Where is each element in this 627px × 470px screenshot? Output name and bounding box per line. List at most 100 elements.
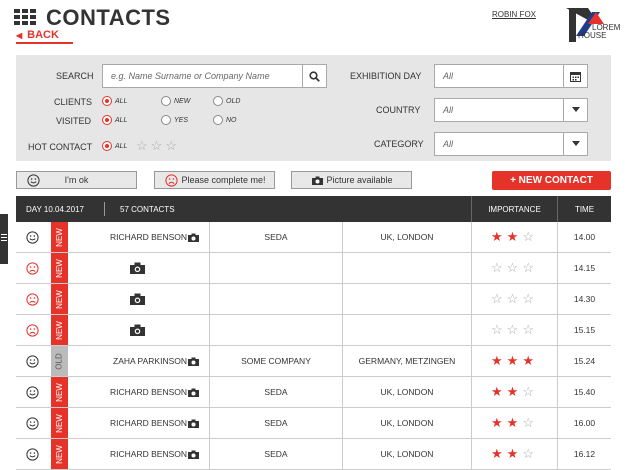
importance-stars[interactable]: ☆ ☆ ☆: [472, 315, 557, 345]
star-icon[interactable]: ☆: [491, 291, 507, 307]
star-icon[interactable]: ☆: [522, 322, 538, 338]
star-icon[interactable]: ☆: [522, 446, 538, 462]
add-picture-camera-icon[interactable]: [130, 284, 145, 314]
star-icon[interactable]: ★: [507, 229, 523, 245]
contact-name: ZAHA PARKINSON: [113, 356, 187, 366]
importance-header[interactable]: IMPORTANCE: [472, 196, 557, 222]
star-icon[interactable]: ★: [491, 353, 507, 369]
legend-complete-label: Please complete me!: [181, 175, 266, 185]
table-row[interactable]: NEW RICHARD BENSON SEDA UK, LONDON ★ ★ ☆ 1…: [16, 408, 611, 439]
star-icon[interactable]: ★: [507, 384, 523, 400]
company-name: SEDA: [264, 418, 288, 428]
time-header[interactable]: TIME: [558, 196, 611, 222]
importance-stars[interactable]: ★ ★ ★: [472, 346, 557, 376]
chevron-down-icon: [571, 107, 580, 112]
grid-menu-icon[interactable]: [14, 9, 38, 27]
star-icon[interactable]: ☆: [507, 260, 523, 276]
search-button[interactable]: [302, 65, 326, 87]
importance-stars[interactable]: ☆ ☆ ☆: [472, 253, 557, 283]
camera-icon: [188, 439, 199, 469]
smiley-icon: [27, 174, 40, 187]
contact-location: UK, LONDON: [380, 232, 434, 242]
category-value: All: [443, 139, 454, 149]
star-icon[interactable]: ★: [507, 353, 523, 369]
visited-label: VISITED: [56, 116, 92, 126]
star-icon[interactable]: ★: [507, 446, 523, 462]
back-button[interactable]: ◀ BACK: [16, 29, 73, 44]
clients-all-radio[interactable]: ALL: [102, 96, 127, 106]
star-icon[interactable]: ★: [491, 384, 507, 400]
star-icon[interactable]: ★: [491, 229, 507, 245]
side-drawer-handle[interactable]: [0, 214, 8, 264]
star-icon[interactable]: ☆: [522, 384, 538, 400]
legend-complete-button[interactable]: Please complete me!: [154, 171, 275, 189]
add-picture-camera-icon[interactable]: [130, 253, 145, 283]
table-row[interactable]: NEW ☆ ☆ ☆ 14.15: [16, 253, 611, 284]
visited-no-radio[interactable]: NO: [213, 115, 237, 125]
importance-stars[interactable]: ☆ ☆ ☆: [472, 284, 557, 314]
star-icon[interactable]: ☆: [522, 415, 538, 431]
star-icon[interactable]: ☆: [522, 260, 538, 276]
contact-location: [343, 284, 471, 314]
star-icon[interactable]: ☆: [507, 322, 523, 338]
search-input[interactable]: e.g. Name Surname or Company Name: [102, 64, 327, 88]
category-select[interactable]: All: [434, 132, 588, 156]
clients-new-radio[interactable]: NEW: [161, 96, 190, 106]
contact-location: [343, 315, 471, 345]
table-header: DAY 10.04.2017 57 CONTACTS IMPORTANCE TI…: [16, 196, 611, 222]
star-icon[interactable]: ☆: [522, 291, 538, 307]
camera-icon: [188, 346, 199, 376]
clients-old-radio[interactable]: OLD: [213, 96, 240, 106]
contact-time: 15.24: [573, 356, 596, 366]
logo-line2: HOUSE: [578, 31, 607, 40]
new-contact-button[interactable]: + NEW CONTACT: [492, 171, 611, 190]
company-name: [210, 253, 342, 283]
legend-ok-label: I'm ok: [64, 175, 89, 185]
contact-location: GERMANY, METZINGEN: [358, 356, 456, 366]
importance-stars[interactable]: ★ ★ ☆: [472, 439, 557, 469]
importance-stars[interactable]: ★ ★ ☆: [472, 222, 557, 252]
star-icon[interactable]: ☆: [151, 138, 166, 153]
country-dropdown-button[interactable]: [563, 99, 587, 121]
star-icon[interactable]: ☆: [136, 138, 151, 153]
legend-picture-button[interactable]: Picture available: [291, 171, 412, 189]
visited-all-radio[interactable]: ALL: [102, 115, 127, 125]
table-row[interactable]: NEW RICHARD BENSON SEDA UK, LONDON ★ ★ ☆ 1…: [16, 439, 611, 470]
table-row[interactable]: OLD ZAHA PARKINSON SOME COMPANY GERMANY,…: [16, 346, 611, 377]
contact-time: 14.00: [573, 232, 596, 242]
status-tag: OLD: [51, 346, 68, 376]
table-row[interactable]: NEW RICHARD BENSON SEDA UK, LONDON ★ ★ ☆ 1…: [16, 377, 611, 408]
star-icon[interactable]: ☆: [522, 229, 538, 245]
calendar-icon: [570, 71, 581, 82]
importance-stars[interactable]: ★ ★ ☆: [472, 408, 557, 438]
star-icon[interactable]: ☆: [507, 291, 523, 307]
exhibition-day-input[interactable]: All: [434, 64, 588, 88]
importance-stars[interactable]: ★ ★ ☆: [472, 377, 557, 407]
hot-contact-stars[interactable]: ☆☆☆: [136, 138, 180, 154]
smiley-icon: [26, 377, 39, 407]
country-select[interactable]: All: [434, 98, 588, 122]
contact-name: RICHARD BENSON: [110, 387, 187, 397]
user-name-link[interactable]: ROBIN FOX: [492, 10, 536, 19]
category-dropdown-button[interactable]: [563, 133, 587, 155]
calendar-button[interactable]: [563, 65, 587, 87]
star-icon[interactable]: ★: [491, 446, 507, 462]
star-icon[interactable]: ★: [522, 353, 538, 369]
star-icon[interactable]: ☆: [491, 322, 507, 338]
star-icon[interactable]: ☆: [165, 138, 180, 153]
table-row[interactable]: NEW ☆ ☆ ☆ 15.15: [16, 315, 611, 346]
star-icon[interactable]: ☆: [491, 260, 507, 276]
smiley-icon: [26, 222, 39, 252]
hot-contact-all-radio[interactable]: ALL: [102, 141, 127, 151]
star-icon[interactable]: ★: [491, 415, 507, 431]
company-name: SOME COMPANY: [241, 356, 311, 366]
logo-text: LOREM HOUSE: [578, 24, 620, 40]
table-row[interactable]: NEW RICHARD BENSON SEDA UK, LONDON ★ ★ ☆ 1…: [16, 222, 611, 253]
star-icon[interactable]: ★: [507, 415, 523, 431]
table-row[interactable]: NEW ☆ ☆ ☆ 14.30: [16, 284, 611, 315]
contacts-count: 57 CONTACTS: [120, 204, 175, 214]
add-picture-camera-icon[interactable]: [130, 315, 145, 345]
legend-ok-button[interactable]: I'm ok: [16, 171, 137, 189]
visited-yes-radio[interactable]: YES: [161, 115, 188, 125]
status-tag: NEW: [51, 222, 68, 252]
